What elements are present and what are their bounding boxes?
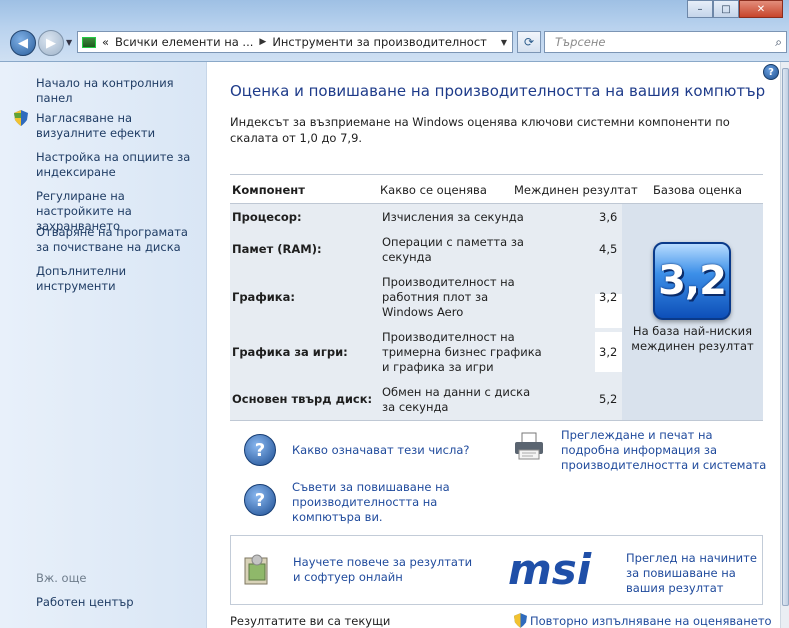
link-msi-improve-score[interactable]: Преглед на начините за повишаване на ваш…	[626, 551, 761, 596]
link-what-numbers-mean[interactable]: Какво означават тези числа?	[292, 443, 472, 458]
sidebar-visual-effects[interactable]: Нагласяване на визуалните ефекти	[36, 111, 201, 141]
oem-promo-box: Научете повече за резултати и софтуер он…	[230, 535, 763, 605]
question-help-icon[interactable]: ?	[244, 484, 276, 516]
maximize-button[interactable]: □	[713, 0, 739, 18]
control-panel-icon	[82, 36, 96, 48]
see-also-heading: Вж. още	[36, 571, 87, 585]
intro-text: Индексът за възприемане на Windows оценя…	[230, 115, 730, 145]
column-component: Компонент	[232, 183, 305, 197]
table-row-rated: Изчисления за секунда	[382, 210, 524, 224]
table-row-rated: Производителност на тримерна бизнес граф…	[382, 330, 542, 374]
base-score-value: 3,2	[658, 258, 727, 304]
table-row-rated: Производителност на работния плот за Win…	[382, 275, 515, 319]
rerun-assessment-link[interactable]: Повторно изпълняване на оценяването	[530, 614, 772, 628]
refresh-icon[interactable]: ⟳	[517, 31, 541, 53]
link-tips-improve[interactable]: Съвети за повишаване на производителност…	[292, 480, 502, 525]
task-pane: Начало на контролния панел Нагласяване н…	[0, 62, 207, 628]
link-print-detailed-info[interactable]: Преглеждане и печат на подробна информац…	[561, 428, 771, 473]
table-row-rated: Операции с паметта за секунда	[382, 235, 524, 264]
column-what-is-rated: Какво се оценява	[380, 183, 487, 197]
msi-logo[interactable]: msi	[506, 544, 616, 594]
table-row-component: Основен твърд диск:	[232, 392, 373, 406]
search-icon[interactable]: ⌕	[775, 35, 782, 50]
main-content: ? Оценка и повишаване на производителнос…	[208, 62, 780, 628]
question-help-icon[interactable]: ?	[244, 434, 276, 466]
scrollbar-thumb[interactable]	[782, 68, 789, 606]
table-row-rated: Обмен на данни с диска за секунда	[382, 385, 531, 414]
link-learn-more-online[interactable]: Научете повече за резултати и софтуер он…	[293, 555, 478, 585]
sidebar-disk-cleanup[interactable]: Отваряне на програмата за почистване на …	[36, 225, 201, 255]
table-row-score: 5,2	[599, 392, 618, 406]
status-text: Резултатите ви са текущи	[230, 614, 391, 628]
base-score-caption: На база най-ниския междинен резултат	[631, 324, 754, 353]
table-row-component: Графика за игри:	[232, 345, 348, 359]
msi-logo-text: msi	[508, 545, 592, 594]
address-prefix[interactable]: «	[102, 35, 109, 49]
sidebar-indexing-options[interactable]: Настройка на опциите за индексиране	[36, 150, 201, 180]
table-row-component: Процесор:	[232, 210, 302, 224]
uac-shield-icon	[14, 110, 28, 126]
sidebar-advanced-tools[interactable]: Допълнителни инструменти	[36, 264, 201, 294]
vertical-scrollbar[interactable]	[780, 62, 789, 628]
table-row-score: 3,2	[599, 345, 618, 359]
close-button[interactable]: ✕	[739, 0, 783, 18]
search-placeholder: Търсене	[555, 35, 606, 49]
table-row-score: 4,5	[599, 242, 618, 256]
column-subscore: Междинен резултат	[514, 183, 638, 197]
search-input[interactable]: Търсене ⌕	[544, 31, 787, 53]
column-base-score: Базова оценка	[653, 183, 743, 197]
table-row-score: 3,2	[599, 290, 618, 304]
software-box-icon[interactable]	[239, 552, 275, 588]
uac-shield-icon	[514, 613, 527, 628]
table-row-component: Памет (RAM):	[232, 242, 322, 256]
recent-pages-chevron-icon[interactable]: ▼	[66, 38, 72, 47]
window-controls: – □ ✕	[687, 0, 783, 19]
address-bar[interactable]: « Всички елементи на ... ▶ Инструменти з…	[77, 31, 513, 53]
sidebar-control-panel-home[interactable]: Начало на контролния панел	[36, 76, 201, 106]
window-toolbar: – □ ✕ ◀ ▶ ▼ « Всички елементи на ... ▶ И…	[0, 0, 789, 62]
sidebar-action-center[interactable]: Работен център	[36, 595, 201, 610]
breadcrumb-performance[interactable]: Инструменти за производителност	[272, 35, 487, 49]
page-title: Оценка и повишаване на производителностт…	[230, 82, 766, 100]
base-score-cell: 3,2 На база най-ниския междинен резултат	[622, 204, 763, 420]
table-divider	[230, 420, 763, 421]
table-row-component: Графика:	[232, 290, 295, 304]
breadcrumb-all-items[interactable]: Всички елементи на ...	[115, 35, 253, 49]
printer-icon[interactable]	[513, 432, 547, 462]
help-icon[interactable]: ?	[763, 64, 779, 80]
table-row-score: 3,6	[599, 210, 618, 224]
address-dropdown-icon[interactable]: ▼	[501, 38, 507, 47]
breadcrumb-separator-icon[interactable]: ▶	[259, 37, 266, 47]
back-arrow-icon[interactable]: ◀	[10, 30, 36, 56]
base-score-badge: 3,2	[653, 242, 731, 320]
forward-arrow-icon[interactable]: ▶	[38, 30, 64, 56]
minimize-button[interactable]: –	[687, 0, 713, 18]
table-header: Компонент Какво се оценява Междинен резу…	[230, 174, 763, 204]
